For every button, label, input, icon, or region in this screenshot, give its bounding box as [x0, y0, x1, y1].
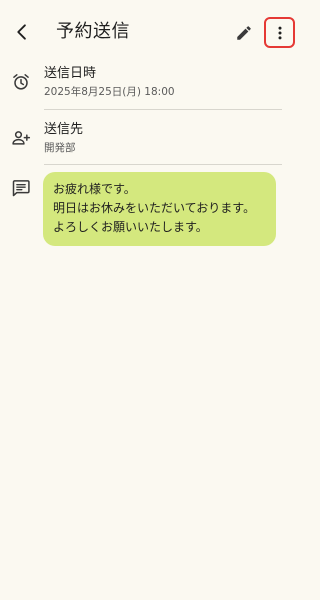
app-bar: 予約送信 — [0, 0, 300, 64]
divider — [44, 164, 282, 165]
more-vert-icon — [271, 24, 289, 42]
schedule-label: 送信日時 — [44, 66, 97, 81]
alarm-icon — [10, 71, 32, 93]
divider — [44, 109, 282, 110]
message-icon — [10, 177, 32, 199]
more-options-button[interactable] — [264, 17, 295, 48]
schedule-value: 2025年8月25日(月) 18:00 — [44, 86, 175, 98]
recipient-label: 送信先 — [44, 122, 84, 137]
page-title: 予約送信 — [56, 21, 130, 42]
person-add-icon — [10, 127, 32, 149]
back-button[interactable] — [8, 18, 36, 46]
edit-button[interactable] — [231, 20, 257, 46]
message-bubble[interactable]: お疲れ様です。 明日はお休みをいただいております。 よろしくお願いいたします。 — [43, 172, 276, 246]
arrow-back-icon — [12, 22, 32, 42]
pencil-icon — [235, 24, 253, 42]
message-line: 明日はお休みをいただいております。 — [53, 201, 256, 215]
message-line: お疲れ様です。 — [53, 182, 136, 196]
scheduled-send-screen: 予約送信 送信日時 2025年8月25日(月) 18:00 送信先 開発部 お疲… — [0, 0, 300, 600]
recipient-value: 開発部 — [44, 142, 76, 154]
message-line: よろしくお願いいたします。 — [53, 220, 208, 234]
